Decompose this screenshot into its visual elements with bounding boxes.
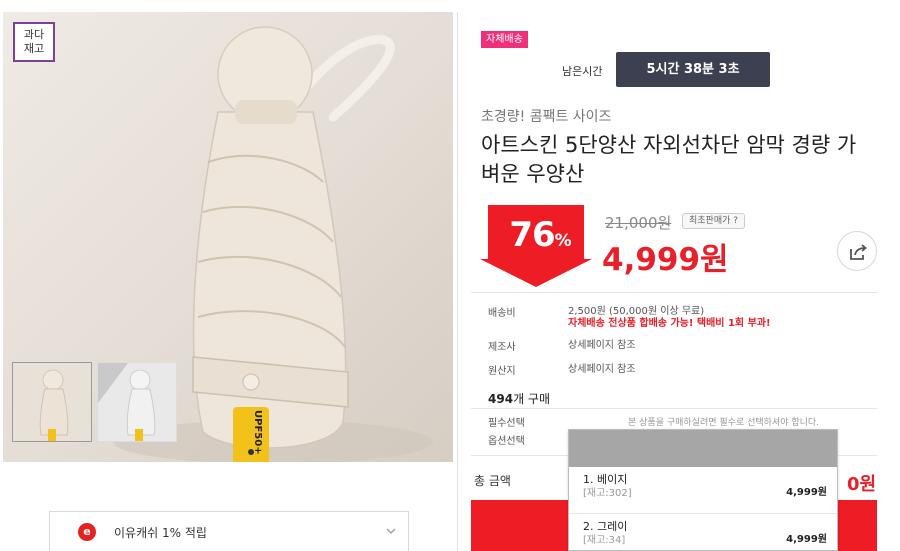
- cashback-label: 이유캐쉬 1% 적립: [114, 526, 207, 540]
- cashback-box[interactable]: e 이유캐쉬 1% 적립: [49, 511, 409, 551]
- maker-value: 상세페이지 참조: [568, 340, 636, 351]
- first-sale-price-button[interactable]: 최초판매가 ?: [682, 213, 746, 229]
- option-dropdown[interactable]: 1. 베이지 [재고:302] 4,999원 2. 그레이 [재고:34] 4,…: [568, 429, 838, 551]
- column-divider: [457, 12, 458, 551]
- label-text: UPF50+: [252, 410, 263, 455]
- product-title: 아트스킨 5단양산 자외선차단 암막 경량 가벼운 우양산: [481, 133, 857, 186]
- overstock-badge-line2: 재고: [23, 42, 45, 55]
- cashback-icon: e: [78, 523, 96, 541]
- origin-value: 상세페이지 참조: [568, 364, 636, 375]
- required-select-label: 필수선택: [488, 418, 525, 429]
- option-stock: [재고:302]: [583, 488, 632, 499]
- option-stock: [재고:34]: [583, 535, 626, 546]
- overstock-badge: 과다 재고: [13, 22, 55, 62]
- share-icon: [850, 244, 867, 260]
- total-label: 총 금액: [474, 474, 511, 488]
- chevron-down-icon: [386, 528, 396, 534]
- shipping-note: 자체배송 전상품 합배송 가능! 택배비 1회 부과!: [568, 318, 771, 329]
- remaining-time-label: 남은시간: [562, 65, 603, 78]
- discount-rate: 76%: [500, 215, 580, 255]
- countdown-timer: 5시간 38분 3초: [616, 52, 770, 87]
- total-price: 0원: [847, 474, 877, 495]
- self-shipping-badge: 자체배송: [481, 31, 528, 48]
- option-select-label: 옵션선택: [488, 436, 525, 447]
- purchase-count: 494개 구매: [488, 390, 550, 407]
- option-price: 4,999원: [786, 534, 827, 545]
- purchase-count-suffix: 개 구매: [513, 392, 550, 406]
- product-subtitle: 초경량! 콤팩트 사이즈: [481, 109, 612, 125]
- option-dropdown-header[interactable]: [569, 430, 837, 467]
- thumbnail-gray[interactable]: [97, 362, 177, 442]
- maker-label: 제조사: [488, 342, 516, 353]
- origin-label: 원산지: [488, 366, 516, 377]
- sale-price: 4,999원: [602, 242, 729, 278]
- purchase-count-number: 494: [488, 392, 514, 406]
- shipping-label: 배송비: [488, 308, 516, 319]
- original-price: 21,000원: [605, 214, 672, 232]
- discount-number: 76: [509, 215, 555, 255]
- share-button[interactable]: [837, 231, 877, 271]
- option-item-beige[interactable]: 1. 베이지 [재고:302] 4,999원: [569, 467, 837, 514]
- option-item-gray[interactable]: 2. 그레이 [재고:34] 4,999원: [569, 514, 837, 550]
- divider-line: [471, 408, 877, 409]
- thumbnail-list: [12, 362, 177, 442]
- thumbnail-beige[interactable]: [12, 362, 92, 442]
- overstock-badge-line1: 과다: [23, 28, 45, 41]
- discount-unit: %: [554, 231, 572, 251]
- divider-line: [471, 292, 877, 293]
- required-select-note: 본 상품을 구매하실려면 필수로 선택하셔야 합니다.: [628, 418, 820, 428]
- option-price: 4,999원: [786, 487, 827, 498]
